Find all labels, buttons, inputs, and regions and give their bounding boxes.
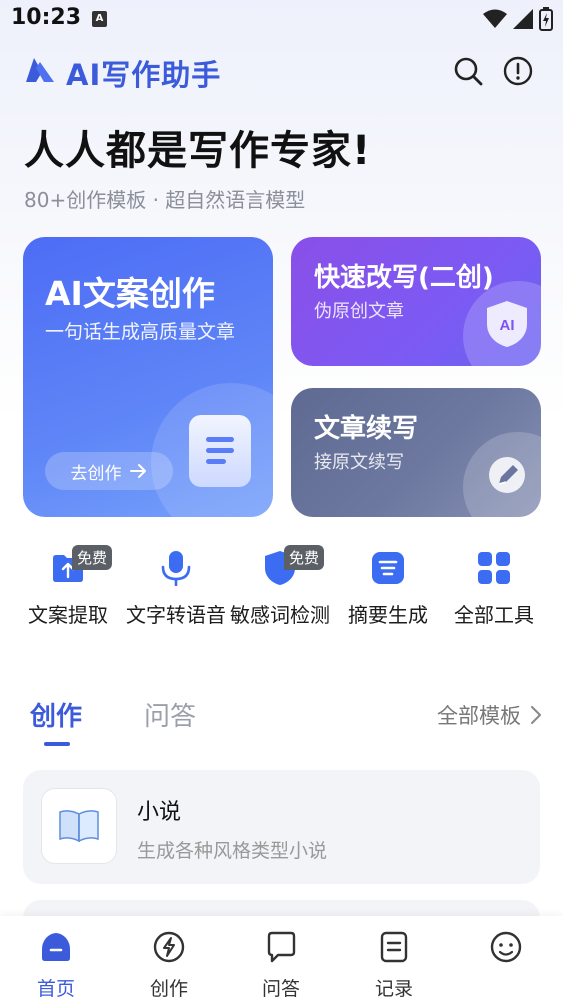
wifi-icon	[483, 9, 507, 28]
nav-profile[interactable]	[456, 930, 556, 974]
tab-create[interactable]: 创作	[30, 696, 82, 733]
tool-text-extract[interactable]: 免费 文案提取	[18, 545, 118, 630]
tool-summary-generate[interactable]: 摘要生成	[338, 550, 438, 630]
nav-label: 记录	[374, 978, 413, 1000]
tool-sensitive-word-check[interactable]: 免费 敏感词检测	[230, 545, 330, 630]
document-icon	[189, 415, 251, 487]
go-create-button[interactable]: 去创作	[45, 452, 173, 490]
tool-label: 敏感词检测	[230, 603, 330, 627]
tool-label: 摘要生成	[348, 603, 428, 627]
upload-folder-icon: 免费	[50, 545, 113, 586]
card-subtitle: 接原文续写	[314, 452, 404, 473]
tool-label: 文字转语音	[126, 603, 226, 627]
all-templates-label: 全部模板	[437, 704, 521, 728]
tool-text-to-speech[interactable]: 文字转语音	[126, 550, 226, 630]
card-title: 文章续写	[314, 414, 419, 444]
chevron-right-icon	[531, 706, 541, 724]
status-bar: 10:23 A	[0, 0, 563, 38]
pen-icon	[489, 457, 525, 493]
grid-icon	[476, 550, 512, 586]
template-tabs: 创作 问答 全部模板	[30, 696, 541, 752]
arrow-right-icon	[129, 464, 146, 478]
app-logo-icon	[26, 58, 54, 82]
card-subtitle: 伪原创文章	[314, 301, 404, 322]
summary-icon	[370, 550, 406, 586]
ai-copywriting-card[interactable]: AI文案创作 一句话生成高质量文章 去创作	[23, 237, 273, 517]
tab-qa[interactable]: 问答	[144, 696, 196, 733]
tool-all-tools[interactable]: 全部工具	[444, 550, 544, 630]
microphone-icon	[158, 550, 194, 587]
nav-label: 首页	[36, 978, 75, 1000]
card-title: AI文案创作	[45, 274, 215, 313]
tool-label: 文案提取	[28, 603, 108, 627]
bottom-nav: 首页 创作 问答 记录	[0, 916, 563, 1002]
nav-home[interactable]: 首页	[6, 930, 106, 1001]
all-templates-link[interactable]: 全部模板	[437, 700, 541, 730]
search-icon[interactable]	[451, 54, 485, 88]
nav-label: 创作	[149, 978, 188, 1000]
info-icon[interactable]	[501, 54, 535, 88]
quick-rewrite-card[interactable]: 快速改写(二创) 伪原创文章 AI	[291, 237, 541, 366]
template-item-novel[interactable]: 小说 生成各种风格类型小说	[23, 770, 540, 884]
hero-title: 人人都是写作专家!	[24, 128, 372, 174]
card-title: 快速改写(二创)	[314, 263, 494, 293]
article-continue-card[interactable]: 文章续写 接原文续写	[291, 388, 541, 517]
go-create-label: 去创作	[70, 463, 122, 484]
nav-label: 问答	[261, 978, 300, 1000]
signal-icon	[513, 9, 533, 29]
template-title: 小说	[137, 800, 182, 825]
status-icons	[483, 7, 553, 31]
lightning-icon	[153, 931, 185, 963]
nav-qa[interactable]: 问答	[231, 930, 331, 1001]
app-title: AI写作助手	[66, 58, 222, 92]
tools-row: 免费 文案提取 文字转语音 免费 敏感词检测 摘要生成 全部工具	[18, 545, 548, 660]
record-icon	[380, 931, 408, 963]
tab-active-indicator	[44, 742, 70, 746]
book-icon	[41, 788, 117, 864]
nav-record[interactable]: 记录	[344, 930, 444, 1001]
hero-subtitle: 80+创作模板 · 超自然语言模型	[24, 188, 306, 212]
notification-icon: A	[92, 11, 107, 27]
shield-icon: 免费	[262, 545, 325, 586]
nav-create[interactable]: 创作	[119, 930, 219, 1001]
battery-icon	[539, 7, 553, 31]
ai-badge-text: AI	[500, 317, 515, 334]
card-subtitle: 一句话生成高质量文章	[45, 321, 236, 343]
tool-label: 全部工具	[454, 603, 534, 627]
free-badge: 免费	[72, 545, 113, 570]
template-subtitle: 生成各种风格类型小说	[137, 840, 328, 862]
free-badge: 免费	[284, 545, 325, 570]
app-header: AI写作助手	[24, 48, 541, 94]
home-icon	[42, 933, 70, 961]
profile-icon	[490, 931, 522, 963]
status-time: 10:23	[11, 5, 82, 30]
chat-bubble-icon	[267, 931, 296, 963]
ai-shield-icon: AI	[487, 301, 527, 347]
